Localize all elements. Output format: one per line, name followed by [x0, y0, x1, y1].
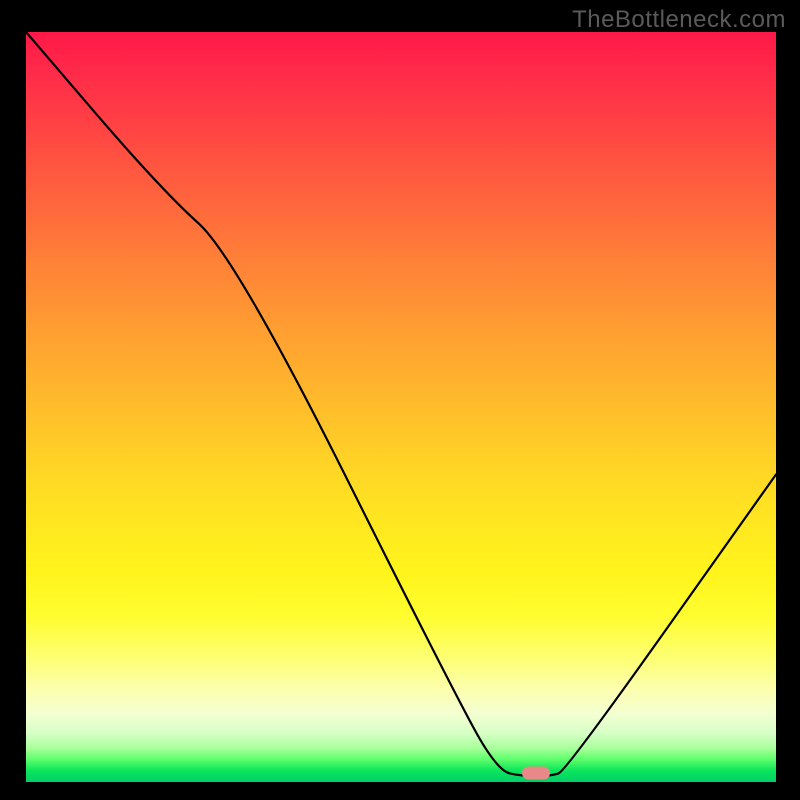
bottleneck-curve	[26, 32, 776, 782]
plot-area	[26, 32, 776, 782]
optimal-point-marker	[522, 767, 550, 780]
chart-outer: TheBottleneck.com	[0, 0, 800, 800]
watermark-text: TheBottleneck.com	[572, 6, 786, 34]
